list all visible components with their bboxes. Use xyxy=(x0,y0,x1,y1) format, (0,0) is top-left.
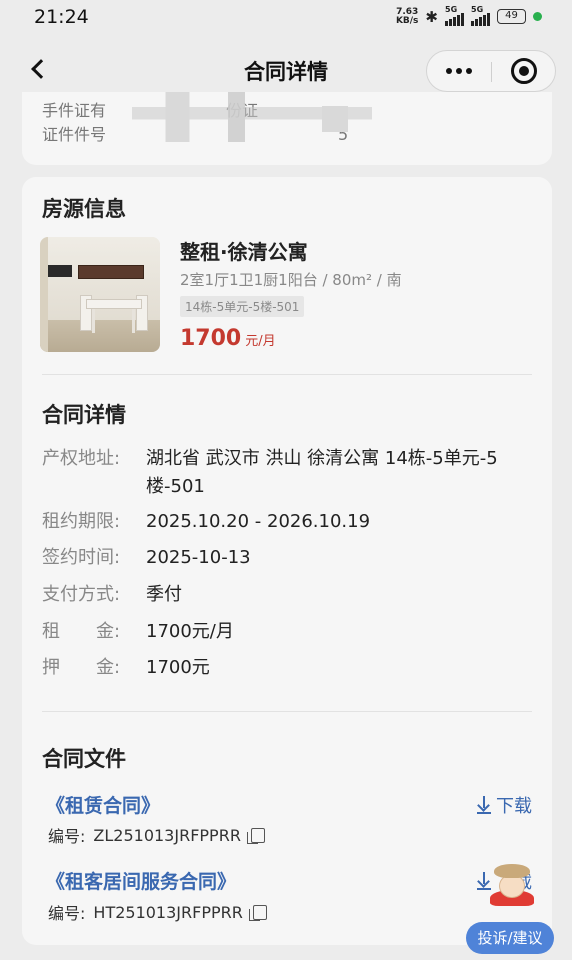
signal-icon: 5G xyxy=(471,5,490,26)
contract-card: 房源信息 整租·徐清公寓 2室1厅1卫1厨1阳台 / 80m² / 南 14栋-… xyxy=(22,177,552,945)
file-link-service-contract[interactable]: 《租客居间服务合同》 xyxy=(46,867,236,894)
file-link-lease-contract[interactable]: 《租赁合同》 xyxy=(46,791,160,818)
status-bar: 21:24 7.63 KB/s ✱ 5G 5G 49 xyxy=(0,0,572,36)
copy-icon[interactable] xyxy=(246,827,265,844)
file-number-row: 编号: ZL251013JRFPPRR xyxy=(48,823,265,847)
property-room-tag: 14栋-5单元-5楼-501 xyxy=(180,296,305,317)
miniprogram-capsule xyxy=(426,50,556,92)
battery-icon: 49 xyxy=(497,9,526,24)
contract-section-title: 合同详情 xyxy=(42,403,126,427)
property-meta: 2室1厅1卫1厨1阳台 / 80m² / 南 xyxy=(180,271,402,289)
privacy-indicator-icon xyxy=(533,12,542,21)
divider xyxy=(42,374,532,375)
nav-bar: 合同详情 xyxy=(0,40,572,100)
privacy-mosaic xyxy=(322,106,348,132)
property-price: 1700 元/月 xyxy=(180,326,276,351)
complaint-suggestion-button[interactable]: 投诉/建议 xyxy=(466,922,554,954)
download-icon xyxy=(476,796,492,814)
signal-icon: 5G xyxy=(445,5,464,26)
status-icons: 7.63 KB/s ✱ 5G 5G 49 xyxy=(395,5,542,26)
tenant-id-card: 手件证有份证 证件件号5 xyxy=(22,92,552,165)
property-name: 整租·徐清公寓 xyxy=(180,240,308,264)
file-number-row: 编号: HT251013JRFPPRR xyxy=(48,900,267,924)
status-time: 21:24 xyxy=(34,6,89,28)
files-section-title: 合同文件 xyxy=(42,747,126,771)
more-dots-icon xyxy=(446,68,452,74)
capsule-divider xyxy=(491,62,492,82)
network-speed: 7.63 KB/s xyxy=(395,6,419,26)
property-section-title: 房源信息 xyxy=(42,197,126,221)
more-button[interactable] xyxy=(427,51,491,91)
bluetooth-icon: ✱ xyxy=(425,7,438,26)
property-photo[interactable] xyxy=(40,237,160,352)
divider xyxy=(42,711,532,712)
mascot-icon[interactable] xyxy=(490,862,534,906)
close-miniprogram-button[interactable] xyxy=(511,58,537,84)
download-button[interactable]: 下载 xyxy=(476,792,532,818)
copy-icon[interactable] xyxy=(248,904,267,921)
